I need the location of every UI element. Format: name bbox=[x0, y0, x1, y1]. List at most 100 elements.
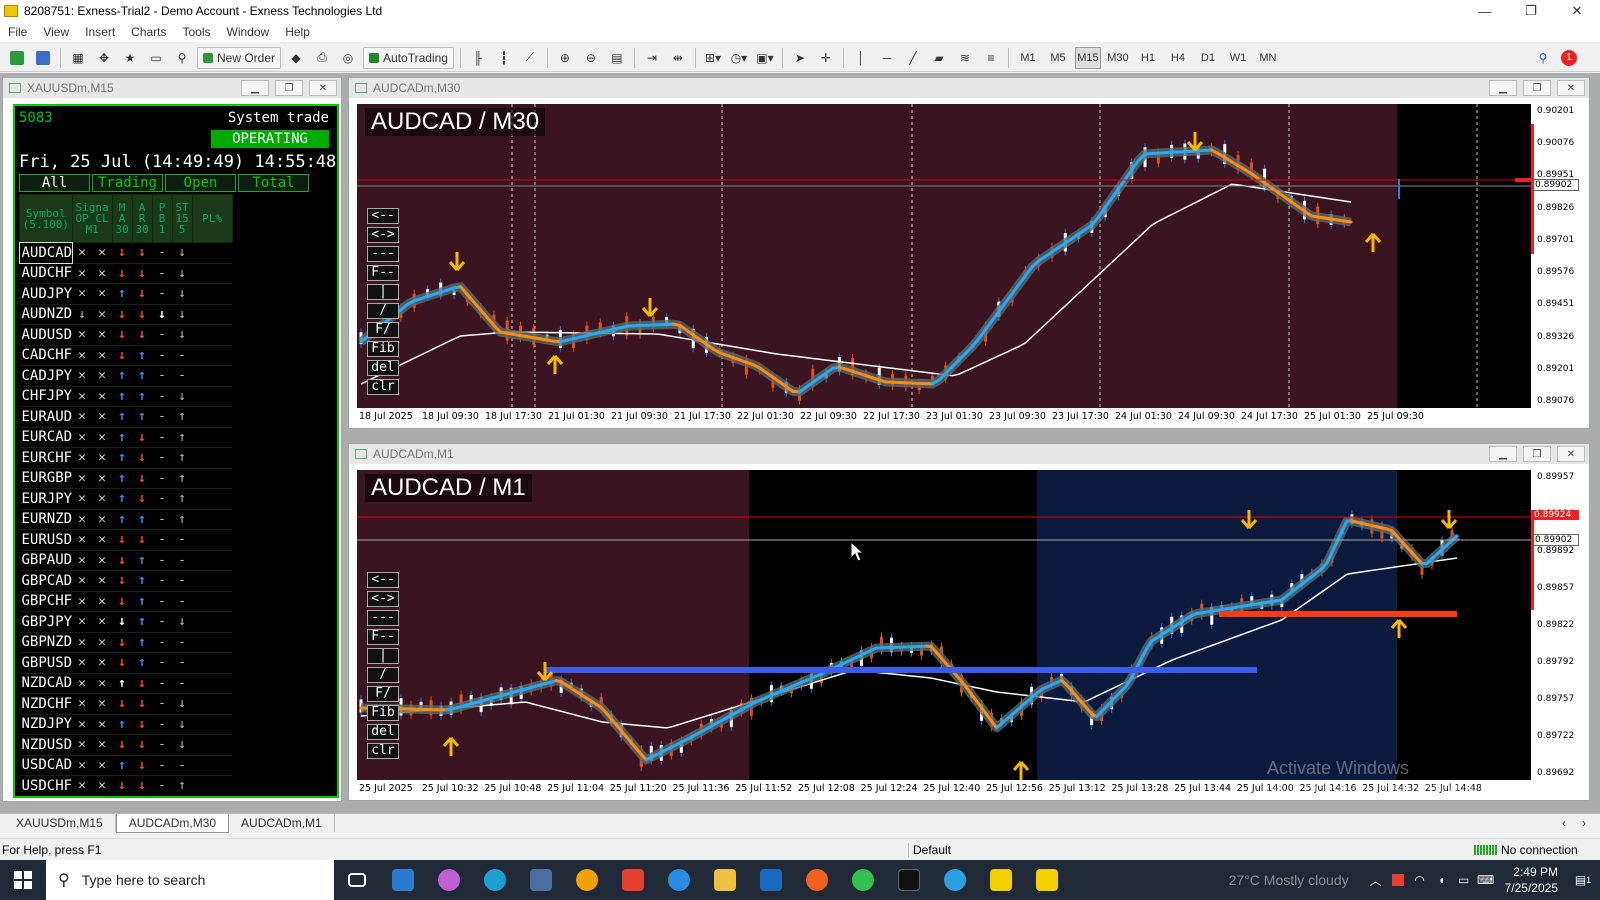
cell-symbol[interactable]: EURUSD bbox=[19, 529, 73, 551]
delete-button[interactable]: del bbox=[367, 724, 399, 740]
vline-button[interactable]: | bbox=[367, 284, 399, 300]
table-row[interactable]: GBPCAD ✕ ✕ ↓ ↑ - - bbox=[19, 570, 233, 592]
menu-view[interactable]: View bbox=[35, 25, 77, 39]
fib-trend-button[interactable]: F/ bbox=[367, 686, 399, 702]
child-close-button[interactable]: ✕ bbox=[1557, 80, 1585, 96]
tray-app-icon[interactable] bbox=[1387, 860, 1409, 900]
dashboard-tab-total[interactable]: Total bbox=[238, 174, 309, 192]
trendline-button[interactable]: / bbox=[367, 303, 399, 319]
market-watch-icon[interactable]: ▦ bbox=[67, 47, 89, 69]
notification-center-icon[interactable]: ▤ 1 bbox=[1572, 860, 1594, 900]
chart-m1-canvas[interactable]: AUDCAD / M1 <-- <-> --- F-- | / F/Fib del clr 0.… bbox=[357, 470, 1583, 798]
fib-line-button[interactable]: F-- bbox=[367, 265, 399, 281]
table-row[interactable]: AUDNZD ↓ ✕ ↓ ↓ ↓ ↓ bbox=[19, 304, 233, 325]
outlook-icon[interactable] bbox=[748, 860, 794, 900]
table-row[interactable]: EURNZD ✕ ✕ ↑ ↑ - ↑ bbox=[19, 509, 233, 530]
firefox-icon[interactable] bbox=[794, 860, 840, 900]
weather-widget[interactable]: 27°C Mostly cloudy bbox=[1229, 872, 1349, 888]
app-s-icon[interactable] bbox=[610, 860, 656, 900]
child-close-button[interactable]: ✕ bbox=[309, 80, 337, 96]
cell-symbol[interactable]: CADJPY bbox=[19, 365, 73, 387]
dashboard-tab-trading[interactable]: Trading bbox=[92, 174, 163, 192]
table-row[interactable]: AUDUSD ✕ ✕ ↓ ↓ - ↓ bbox=[19, 324, 233, 346]
cell-symbol[interactable]: USDCHF bbox=[19, 775, 73, 796]
tab-xauusdm-m15[interactable]: XAUUSDm,M15 bbox=[4, 814, 116, 832]
whatsapp-icon[interactable] bbox=[840, 860, 886, 900]
timeframe-h4[interactable]: H4 bbox=[1165, 47, 1191, 69]
chart-m30-plot[interactable] bbox=[357, 104, 1531, 408]
tab-audcadm-m30[interactable]: AUDCADm,M30 bbox=[115, 814, 230, 833]
chart-m1-plot[interactable] bbox=[357, 470, 1531, 780]
timeframe-m30[interactable]: M30 bbox=[1105, 47, 1131, 69]
cell-symbol[interactable]: GBPAUD bbox=[19, 550, 73, 571]
table-row[interactable]: CHFJPY ✕ ✕ ↑ ↑ - ↓ bbox=[19, 386, 233, 407]
timeframe-d1[interactable]: D1 bbox=[1195, 47, 1221, 69]
new-order-button[interactable]: New Order bbox=[197, 46, 282, 69]
vertical-line-icon[interactable]: │ bbox=[850, 47, 872, 69]
download-icon[interactable] bbox=[656, 860, 702, 900]
crosshair-icon[interactable]: ✛ bbox=[815, 47, 837, 69]
bar-chart-icon[interactable]: ╟ bbox=[467, 47, 489, 69]
text-label-icon[interactable]: ≡ bbox=[980, 47, 1002, 69]
table-row[interactable]: EURJPY ✕ ✕ ↑ ↓ - ↑ bbox=[19, 488, 233, 510]
tab-scroll-right-icon[interactable]: › bbox=[1578, 814, 1590, 832]
alerts-badge[interactable]: 1 bbox=[1558, 47, 1580, 69]
child-minimize-button[interactable]: ▁ bbox=[1489, 80, 1517, 96]
table-row[interactable]: AUDCAD ✕ ✕ ↓ ↓ - ↓ bbox=[18, 241, 233, 264]
table-row[interactable]: EURCAD ✕ ✕ ↑ ↓ - ↑ bbox=[19, 427, 233, 448]
cursor-icon[interactable]: ➤ bbox=[789, 47, 811, 69]
table-row[interactable]: EURCHF ✕ ✕ ↑ ↓ - ↑ bbox=[19, 447, 233, 469]
cell-symbol[interactable]: AUDJPY bbox=[19, 283, 73, 305]
telegram-icon[interactable] bbox=[932, 860, 978, 900]
profiles-icon[interactable] bbox=[32, 47, 54, 69]
timeframe-m15[interactable]: M15 bbox=[1074, 46, 1101, 69]
menu-charts[interactable]: Charts bbox=[123, 25, 174, 39]
child-maximize-button[interactable]: ❐ bbox=[275, 80, 303, 96]
task-view-icon[interactable] bbox=[334, 860, 380, 900]
table-row[interactable]: GBPAUD ✕ ✕ ↓ ↑ - - bbox=[19, 550, 233, 571]
scroll-both-button[interactable]: <-> bbox=[367, 591, 399, 607]
cell-symbol[interactable]: NZDCHF bbox=[19, 693, 73, 715]
templates-icon[interactable]: ▣▾ bbox=[754, 47, 776, 69]
table-row[interactable]: NZDUSD ✕ ✕ ↓ ↓ - ↓ bbox=[19, 734, 233, 756]
cell-symbol[interactable]: EURJPY bbox=[19, 488, 73, 510]
cell-symbol[interactable]: EURCAD bbox=[19, 427, 73, 448]
table-row[interactable]: NZDJPY ✕ ✕ ↑ ↓ - ↓ bbox=[19, 714, 233, 735]
battery-icon[interactable]: ▭ bbox=[1453, 860, 1475, 900]
cell-symbol[interactable]: NZDCAD bbox=[19, 673, 73, 694]
menu-window[interactable]: Window bbox=[219, 25, 278, 39]
volume-icon[interactable]: ◖ bbox=[1431, 860, 1453, 900]
table-row[interactable]: EURAUD ✕ ✕ ↑ ↑ - ↑ bbox=[19, 406, 233, 428]
line-chart-icon[interactable]: ⟋ bbox=[519, 47, 541, 69]
taskbar-clock[interactable]: 2:49 PM 7/25/2025 bbox=[1505, 864, 1558, 896]
timeframe-mn[interactable]: MN bbox=[1255, 47, 1281, 69]
connection-status[interactable]: No connection bbox=[1474, 843, 1578, 857]
table-row[interactable]: GBPUSD ✕ ✕ ↓ ↑ - - bbox=[19, 652, 233, 674]
fibonacci-button[interactable]: Fib bbox=[367, 705, 399, 721]
terminal-icon[interactable]: ▭ bbox=[145, 47, 167, 69]
candlestick-icon[interactable]: ┇ bbox=[493, 47, 515, 69]
cell-symbol[interactable]: CHFJPY bbox=[19, 386, 73, 407]
exness-terminal-2-icon[interactable] bbox=[1024, 860, 1070, 900]
table-row[interactable]: AUDJPY ✕ ✕ ↑ ↓ - ↓ bbox=[19, 283, 233, 305]
new-chart-icon[interactable] bbox=[6, 47, 28, 69]
fibonacci-icon[interactable]: ≋ bbox=[954, 47, 976, 69]
strategy-tester-icon[interactable]: ⚲ bbox=[171, 47, 193, 69]
table-row[interactable]: GBPCHF ✕ ✕ ↓ ↑ - - bbox=[19, 591, 233, 612]
start-button[interactable] bbox=[0, 860, 46, 900]
cell-symbol[interactable]: GBPUSD bbox=[19, 652, 73, 674]
table-row[interactable]: USDCAD ✕ ✕ ↑ ↓ - - bbox=[19, 755, 233, 776]
trendline-button[interactable]: / bbox=[367, 667, 399, 683]
timeframe-h1[interactable]: H1 bbox=[1135, 47, 1161, 69]
operating-status-badge[interactable]: OPERATING bbox=[211, 130, 329, 148]
cell-symbol[interactable]: AUDNZD bbox=[19, 304, 73, 325]
dashboard-tab-all[interactable]: All bbox=[19, 174, 90, 192]
cell-symbol[interactable]: EURGBP bbox=[19, 468, 73, 489]
exness-terminal-icon[interactable] bbox=[978, 860, 1024, 900]
timeframe-m1[interactable]: M1 bbox=[1015, 47, 1041, 69]
close-button[interactable]: ✕ bbox=[1554, 0, 1600, 22]
cell-symbol[interactable]: GBPJPY bbox=[19, 611, 73, 633]
fib-trend-button[interactable]: F/ bbox=[367, 322, 399, 338]
child-maximize-button[interactable]: ❐ bbox=[1523, 446, 1551, 462]
maximize-button[interactable]: ❐ bbox=[1508, 0, 1554, 22]
